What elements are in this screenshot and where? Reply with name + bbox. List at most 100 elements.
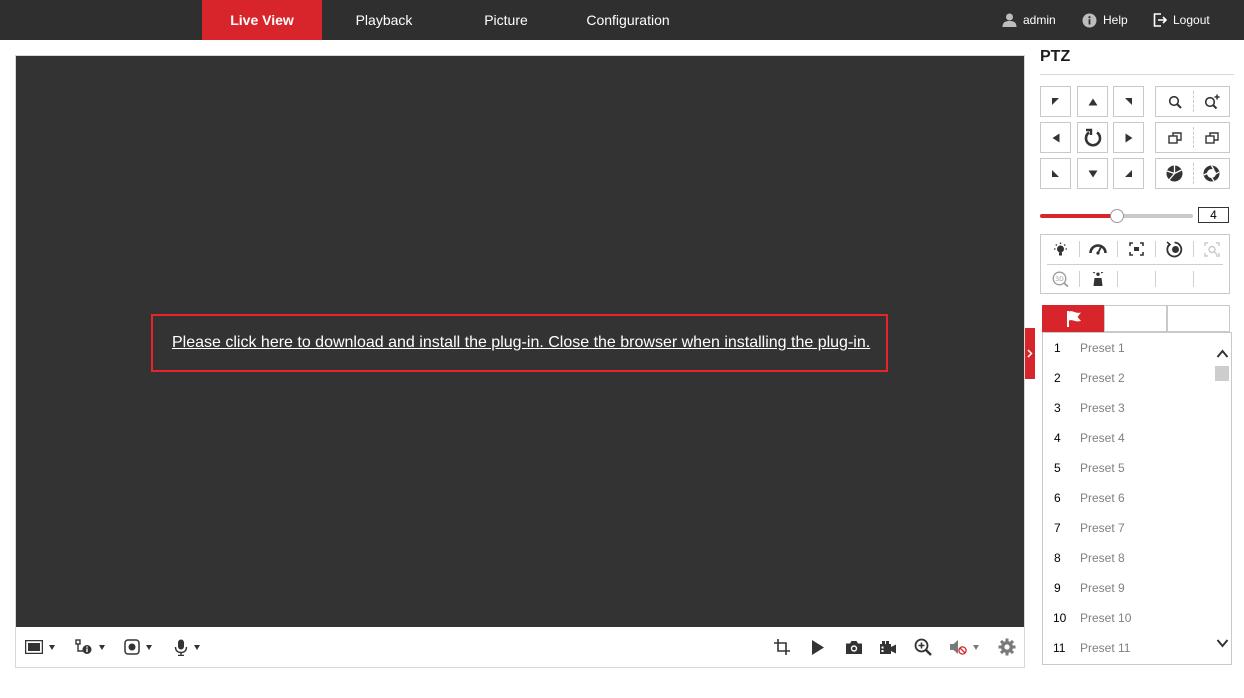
list-item[interactable]: 10 Preset 10 [1043, 603, 1213, 633]
arrow-up-right-icon [1125, 98, 1132, 105]
video-mode-button[interactable] [124, 636, 152, 658]
ptz-left-button[interactable] [1040, 122, 1071, 153]
wiper-button[interactable] [1079, 235, 1117, 263]
iris-open-button[interactable] [1193, 159, 1230, 188]
iris-close-button[interactable] [1156, 159, 1193, 188]
record-button[interactable] [879, 636, 897, 658]
ptz-auto-pan-button[interactable] [1077, 122, 1108, 153]
live-view-panel: Please click here to download and instal… [15, 55, 1025, 668]
chevron-down-icon [973, 644, 979, 650]
two-way-audio-button[interactable] [174, 636, 200, 658]
focus-far-icon [1204, 131, 1219, 144]
lens-reset-icon [1165, 240, 1182, 257]
svg-text:3D: 3D [1055, 276, 1064, 283]
microphone-icon [174, 639, 188, 656]
list-item[interactable]: 3 Preset 3 [1043, 393, 1213, 423]
list-item[interactable]: 5 Preset 5 [1043, 453, 1213, 483]
scroll-down-icon[interactable] [1216, 636, 1229, 650]
aux-focus-icon [1203, 241, 1220, 257]
window-layout-icon [25, 640, 43, 654]
tab-patrol[interactable] [1104, 305, 1167, 332]
window-layout-button[interactable] [25, 636, 55, 658]
ptz-up-left-button[interactable] [1040, 86, 1071, 117]
auxiliary-focus-button[interactable] [1193, 235, 1231, 263]
preset-name: Preset 1 [1080, 341, 1125, 355]
ptz-speed-fill [1040, 214, 1117, 218]
focus-near-button[interactable] [1156, 123, 1193, 152]
tab-configuration[interactable]: Configuration [568, 0, 688, 40]
list-item[interactable]: 11 Preset 11 [1043, 633, 1213, 663]
help-link[interactable]: Help [1082, 0, 1128, 40]
ptz-down-button[interactable] [1077, 158, 1108, 189]
ptz-right-button[interactable] [1113, 122, 1144, 153]
flag-icon [1066, 310, 1081, 327]
preset-name: Preset 6 [1080, 491, 1125, 505]
arrow-down-icon [1088, 170, 1097, 177]
chevron-right-icon [1027, 349, 1033, 358]
wiper-icon [1089, 244, 1107, 255]
settings-button[interactable] [998, 636, 1016, 658]
logout-link[interactable]: Logout [1153, 0, 1210, 40]
digital-zoom-button[interactable] [914, 636, 932, 658]
preset-name: Preset 2 [1080, 371, 1125, 385]
zoom-in-button[interactable] [1193, 87, 1230, 116]
refresh-icon [1084, 128, 1101, 146]
zoom-out-icon [1168, 95, 1182, 109]
ptz-up-right-button[interactable] [1113, 86, 1144, 117]
ptz-speed-slider[interactable] [1040, 209, 1193, 223]
iris-close-icon [1166, 165, 1183, 182]
preset-scrollbar[interactable] [1214, 333, 1231, 664]
tab-live-view[interactable]: Live View [202, 0, 322, 40]
arrow-up-icon [1088, 98, 1097, 105]
plugin-download-link[interactable]: Please click here to download and instal… [172, 334, 870, 352]
audio-button[interactable] [949, 636, 979, 658]
stream-info-icon [75, 639, 92, 654]
gear-icon [998, 638, 1016, 656]
ptz-up-button[interactable] [1077, 86, 1108, 117]
preset-number: 6 [1054, 491, 1061, 505]
arrow-up-left-icon [1052, 98, 1059, 105]
one-touch-focus-button[interactable] [1117, 235, 1155, 263]
help-label: Help [1103, 13, 1128, 27]
logout-label: Logout [1173, 13, 1210, 27]
list-item[interactable]: 4 Preset 4 [1043, 423, 1213, 453]
capture-button[interactable] [845, 636, 863, 658]
ptz-down-right-button[interactable] [1113, 158, 1144, 189]
preset-number: 2 [1054, 371, 1061, 385]
stream-type-button[interactable] [75, 636, 105, 658]
zoom-in-icon [914, 638, 932, 656]
list-item[interactable]: 8 Preset 8 [1043, 543, 1213, 573]
scrollbar-thumb[interactable] [1215, 366, 1229, 381]
tab-playback[interactable]: Playback [324, 0, 444, 40]
tab-preset[interactable] [1042, 305, 1105, 332]
ptz-speed-value[interactable]: 4 [1198, 207, 1229, 223]
video-viewport[interactable]: Please click here to download and instal… [16, 56, 1024, 627]
lens-initialization-button[interactable] [1155, 235, 1193, 263]
ptz-speed-handle[interactable] [1110, 209, 1124, 223]
user-menu[interactable]: admin [1002, 0, 1056, 40]
list-item[interactable]: 6 Preset 6 [1043, 483, 1213, 513]
list-item[interactable]: 2 Preset 2 [1043, 363, 1213, 393]
start-live-view-button[interactable] [811, 636, 825, 658]
list-item[interactable]: 1 Preset 1 [1043, 333, 1213, 363]
preset-name: Preset 10 [1080, 611, 1132, 625]
3d-positioning-button[interactable]: 3D [1041, 265, 1079, 293]
digital-zoom-crop-button[interactable] [773, 636, 791, 658]
ptz-down-left-button[interactable] [1040, 158, 1071, 189]
focus-far-button[interactable] [1193, 123, 1230, 152]
scroll-up-icon[interactable] [1216, 347, 1229, 361]
preset-number: 11 [1053, 641, 1066, 655]
list-item[interactable]: 7 Preset 7 [1043, 513, 1213, 543]
zoom-out-button[interactable] [1156, 87, 1193, 116]
list-item[interactable]: 9 Preset 9 [1043, 573, 1213, 603]
function-divider [1193, 271, 1194, 287]
manual-tracking-button[interactable] [1079, 265, 1117, 293]
light-button[interactable] [1041, 235, 1079, 263]
preset-name: Preset 8 [1080, 551, 1125, 565]
play-icon [812, 639, 824, 655]
panel-toggle-button[interactable] [1025, 328, 1035, 379]
preset-number: 8 [1054, 551, 1061, 565]
tab-pattern[interactable] [1167, 305, 1230, 332]
tab-picture[interactable]: Picture [446, 0, 566, 40]
light-icon [1053, 242, 1067, 255]
